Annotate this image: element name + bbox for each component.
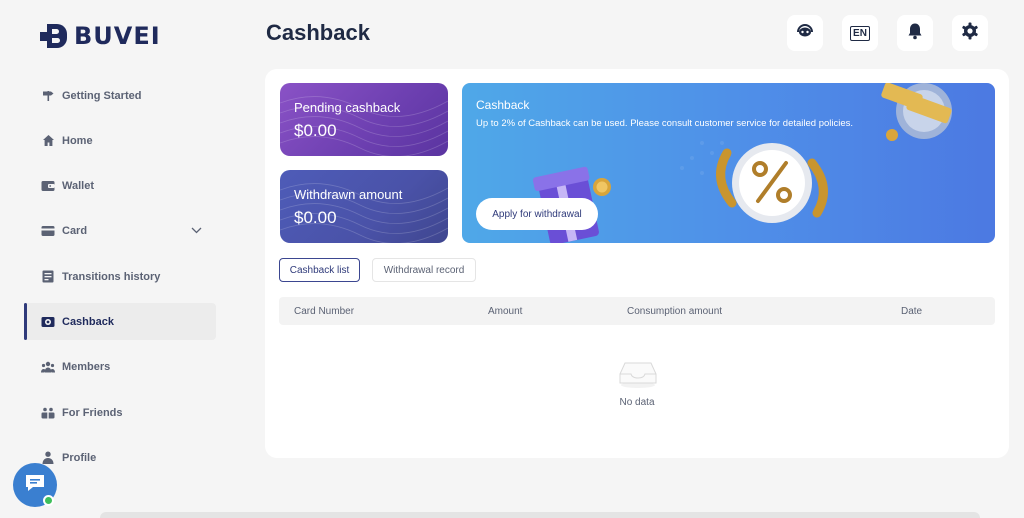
column-date: Date	[901, 306, 923, 317]
banner-description: Up to 2% of Cashback can be used. Please…	[476, 118, 854, 129]
page-title: Cashback	[266, 20, 370, 45]
home-icon	[41, 134, 55, 148]
sidebar-nav: Getting Started Home Wallet Card Transit…	[24, 77, 216, 485]
apply-for-withdrawal-button[interactable]: Apply for withdrawal	[476, 198, 598, 230]
chevron-down-icon[interactable]	[191, 225, 202, 237]
cashback-banner: Cashback Up to 2% of Cashback can be use…	[462, 83, 995, 243]
headset-icon	[796, 23, 814, 44]
sidebar-item-card[interactable]: Card	[24, 213, 216, 250]
sidebar-item-label: Card	[62, 225, 88, 238]
bottom-bar	[100, 512, 980, 518]
withdrawn-amount-card: Withdrawn amount $0.00	[280, 170, 448, 243]
profile-icon	[41, 451, 55, 465]
notifications-button[interactable]	[897, 15, 933, 51]
pending-cashback-label: Pending cashback	[294, 100, 401, 115]
cashback-icon	[41, 315, 55, 329]
empty-inbox-icon	[619, 359, 657, 394]
sidebar-item-label: Transitions history	[62, 270, 161, 283]
members-icon	[41, 360, 55, 374]
column-card-number: Card Number	[294, 306, 355, 317]
settings-button[interactable]	[952, 15, 988, 51]
card-icon	[41, 224, 55, 238]
cashback-panel: Pending cashback $0.00 Withdrawn amount …	[265, 69, 1009, 458]
sidebar-item-profile[interactable]: Profile	[24, 439, 216, 476]
withdrawn-amount-label: Withdrawn amount	[294, 187, 403, 202]
sidebar-item-for-friends[interactable]: For Friends	[24, 394, 216, 431]
brand-logo[interactable]: BUVEI	[40, 22, 161, 50]
sidebar: BUVEI Getting Started Home Wallet Card T…	[0, 0, 240, 518]
language-button[interactable]: EN	[842, 15, 878, 51]
wave-pattern	[280, 183, 448, 243]
percent-coin-icon	[716, 143, 828, 223]
empty-state-text: No data	[619, 397, 655, 408]
gear-icon	[961, 22, 979, 45]
history-icon	[41, 270, 55, 284]
sidebar-item-members[interactable]: Members	[24, 349, 216, 386]
sidebar-item-cashback[interactable]: Cashback	[24, 303, 216, 341]
bell-icon	[907, 22, 923, 45]
brand-name: BUVEI	[74, 22, 161, 50]
cashback-emblem-icon	[881, 83, 952, 141]
pending-cashback-card: Pending cashback $0.00	[280, 83, 448, 156]
sidebar-item-home[interactable]: Home	[24, 122, 216, 159]
support-button[interactable]	[787, 15, 823, 51]
tab-cashback-list[interactable]: Cashback list	[279, 258, 360, 282]
sidebar-item-label: For Friends	[62, 406, 123, 419]
pending-cashback-value: $0.00	[294, 121, 337, 140]
banner-title: Cashback	[476, 98, 530, 112]
sidebar-item-label: Cashback	[62, 315, 114, 328]
chat-bubble-icon	[24, 473, 46, 498]
column-consumption-amount: Consumption amount	[627, 306, 723, 317]
sidebar-item-wallet[interactable]: Wallet	[24, 168, 216, 205]
sidebar-item-label: Profile	[62, 451, 97, 464]
sidebar-item-getting-started[interactable]: Getting Started	[24, 77, 216, 114]
table-header: Card Number Amount Consumption amount Da…	[279, 297, 995, 325]
withdrawn-amount-value: $0.00	[294, 208, 337, 227]
column-amount: Amount	[488, 306, 523, 317]
sidebar-item-transitions-history[interactable]: Transitions history	[24, 258, 216, 295]
online-status-dot	[43, 495, 54, 506]
sidebar-item-label: Getting Started	[62, 89, 142, 102]
language-label: EN	[850, 25, 870, 41]
friends-icon	[41, 406, 55, 420]
tab-withdrawal-record[interactable]: Withdrawal record	[372, 258, 476, 282]
wave-pattern	[280, 96, 448, 156]
wallet-icon	[41, 179, 55, 193]
signpost-icon	[41, 89, 55, 103]
logo-icon	[40, 22, 68, 50]
sidebar-item-label: Wallet	[62, 180, 94, 193]
sidebar-item-label: Home	[62, 134, 93, 147]
sidebar-item-label: Members	[62, 361, 111, 374]
